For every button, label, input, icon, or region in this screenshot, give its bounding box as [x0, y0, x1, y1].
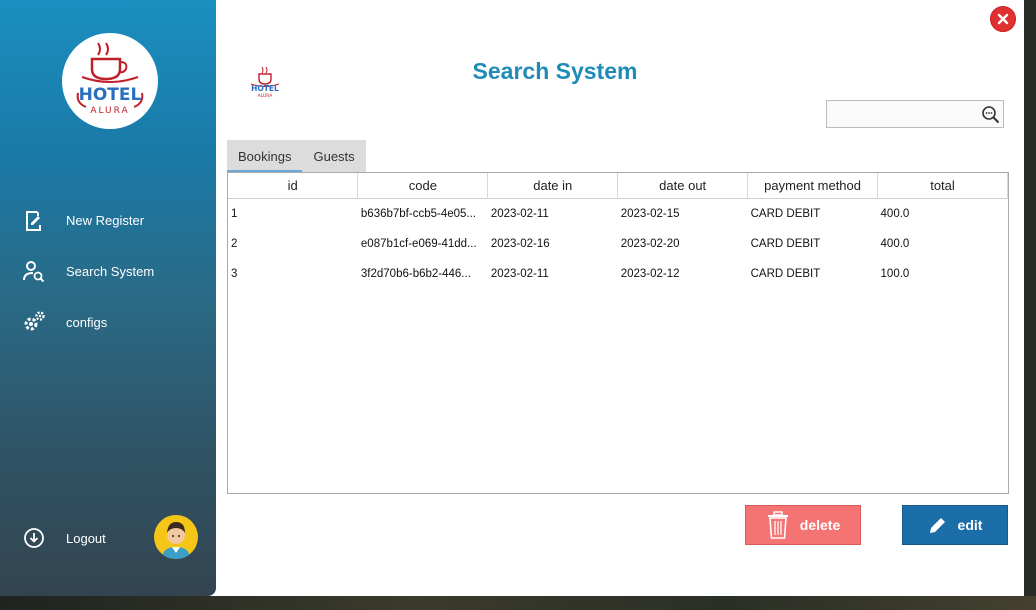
search-field[interactable]	[826, 100, 1004, 128]
column-header-total[interactable]: total	[877, 173, 1008, 199]
column-header-payment-method[interactable]: payment method	[747, 173, 879, 199]
svg-text:HOTEL: HOTEL	[79, 85, 142, 105]
pencil-icon	[929, 518, 945, 533]
sidebar-item-label: configs	[66, 314, 108, 330]
sidebar-item-label: New Register	[66, 212, 145, 228]
cell-date-in: 2023-02-11	[490, 208, 549, 220]
close-icon	[997, 13, 1009, 25]
cell-date-in: 2023-02-16	[490, 238, 550, 250]
delete-button[interactable]: delete	[745, 505, 861, 545]
tab-guests[interactable]: Guests	[302, 140, 365, 173]
sidebar: HOTEL ALURA New Register Search System c…	[0, 0, 216, 596]
gears-icon	[24, 311, 45, 331]
cell-date-out: 2023-02-12	[620, 268, 680, 280]
sidebar-item-configs[interactable]: configs	[0, 302, 216, 342]
delete-label: delete	[799, 517, 841, 533]
cell-code: e087b1cf-e069-41dd...	[360, 238, 477, 250]
cell-code: 3f2d70b6-b6b2-446...	[360, 268, 471, 280]
cell-date-out: 2023-02-15	[620, 208, 680, 220]
svg-text:ALURA: ALURA	[90, 106, 129, 116]
cell-id: 2	[231, 238, 238, 250]
column-header-id[interactable]: id	[228, 173, 359, 199]
cell-payment-method: CARD DEBIT	[750, 268, 821, 280]
cell-date-out: 2023-02-20	[620, 238, 680, 250]
cell-id: 1	[231, 208, 238, 220]
column-header-date-out[interactable]: date out	[617, 173, 749, 199]
page-title: Search System	[472, 58, 638, 84]
tab-bar: Bookings Guests	[227, 140, 366, 173]
trash-icon	[767, 511, 788, 539]
column-header-code[interactable]: code	[357, 173, 489, 199]
user-search-icon	[23, 261, 45, 283]
avatar[interactable]	[154, 515, 198, 559]
sidebar-item-search-system[interactable]: Search System	[0, 251, 216, 291]
cell-total: 100.0	[880, 268, 910, 280]
close-button[interactable]	[990, 6, 1016, 32]
cell-date-in: 2023-02-11	[490, 268, 549, 280]
sidebar-item-label: Search System	[66, 263, 155, 279]
hotel-logo: HOTEL ALURA	[62, 33, 158, 129]
table-header-row: id code date in date out payment method …	[228, 173, 1008, 199]
app-window: HOTEL ALURA New Register Search System c…	[0, 0, 1024, 596]
svg-text:HOTEL: HOTEL	[251, 84, 279, 93]
edit-label: edit	[957, 517, 983, 533]
cell-id: 3	[231, 268, 238, 280]
svg-text:ALURA: ALURA	[258, 93, 274, 98]
table-row[interactable]: 2 e087b1cf-e069-41dd... 2023-02-16 2023-…	[228, 229, 1008, 259]
cell-payment-method: CARD DEBIT	[750, 208, 821, 220]
cell-total: 400.0	[880, 238, 910, 250]
edit-button[interactable]: edit	[902, 505, 1008, 545]
desktop-wallpaper-strip	[0, 596, 1036, 610]
logout-label: Logout	[66, 530, 106, 546]
cell-code: b636b7bf-ccb5-4e05...	[360, 208, 476, 220]
column-header-date-in[interactable]: date in	[487, 173, 619, 199]
logout-icon	[24, 528, 44, 548]
bookings-table: id code date in date out payment method …	[227, 172, 1009, 494]
sidebar-item-new-register[interactable]: New Register	[0, 200, 216, 240]
table-row[interactable]: 3 3f2d70b6-b6b2-446... 2023-02-11 2023-0…	[228, 259, 1008, 289]
cell-total: 400.0	[880, 208, 910, 220]
tab-bookings[interactable]: Bookings	[227, 140, 303, 173]
search-icon[interactable]	[981, 105, 1001, 125]
search-input[interactable]	[829, 103, 979, 127]
edit-document-icon	[26, 211, 41, 231]
cell-payment-method: CARD DEBIT	[750, 238, 821, 250]
hotel-logo-small: HOTEL ALURA	[250, 66, 280, 98]
table-row[interactable]: 1 b636b7bf-ccb5-4e05... 2023-02-11 2023-…	[228, 199, 1008, 230]
